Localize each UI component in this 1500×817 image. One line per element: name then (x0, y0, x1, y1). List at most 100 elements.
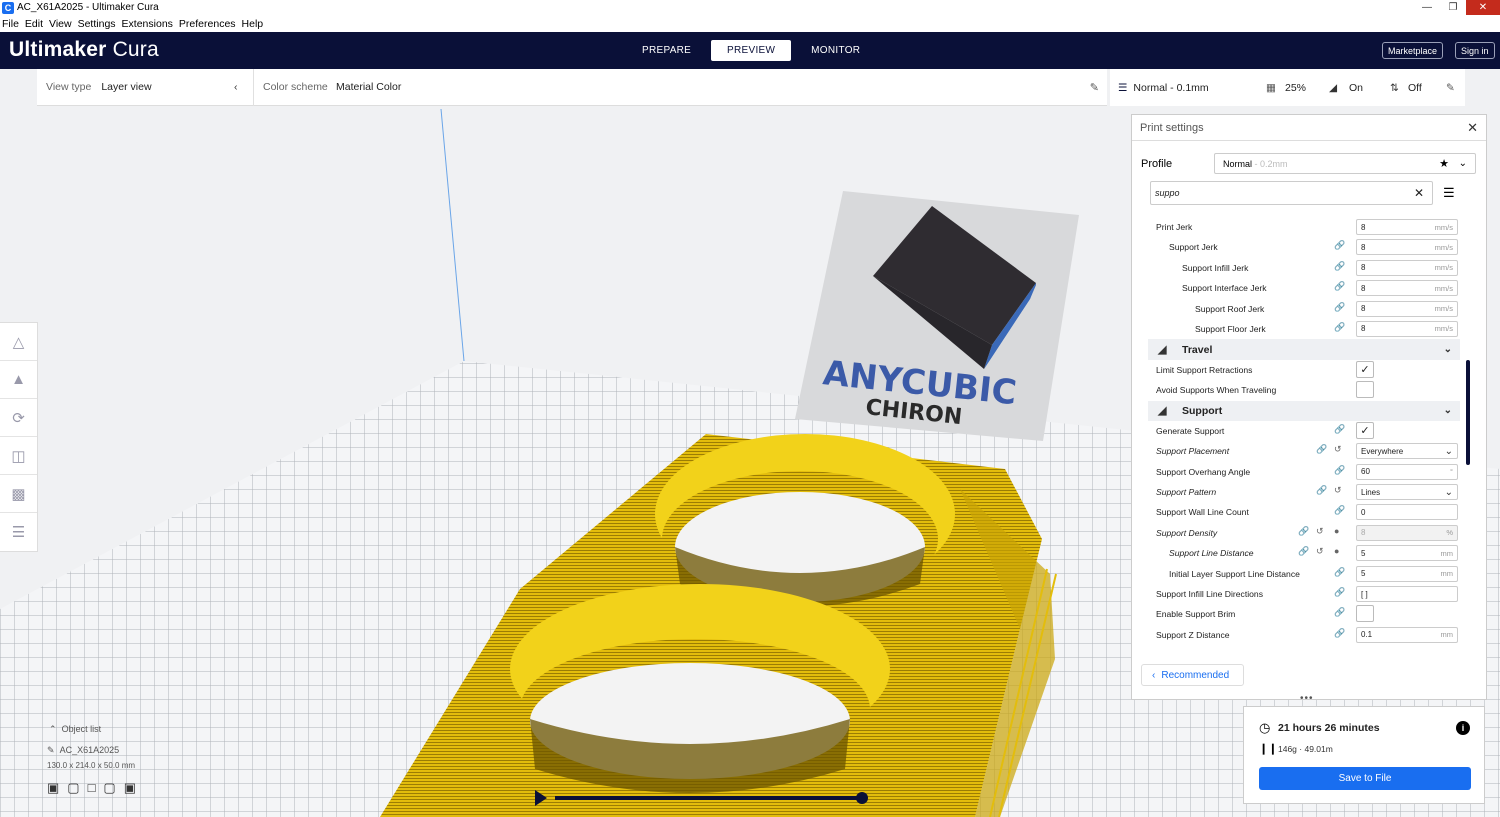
object-list-toggle[interactable]: ⌃ Object list (49, 724, 144, 735)
setting-label: Support Density (1156, 527, 1218, 538)
stage-tabs: PREPARE PREVIEW MONITOR (622, 40, 880, 61)
setting-input[interactable]: 8 mm/s (1356, 219, 1458, 235)
category-travel[interactable]: ◢ Travel ⌄ (1148, 339, 1460, 360)
print-setup-bar[interactable]: ☰ Normal - 0.1mm ▦ 25% ◢ On ⇅ Off ✎ (1110, 69, 1465, 106)
setting-checkbox[interactable]: ✓ (1356, 360, 1374, 378)
setting-label: Support Overhang Angle (1156, 466, 1251, 477)
scale-tool-icon[interactable]: ▲ (0, 361, 37, 399)
link-icon: 🔗 (1334, 607, 1346, 618)
info-icon[interactable]: i (1456, 721, 1470, 735)
setting-input[interactable]: 0.1 mm (1356, 626, 1458, 643)
clear-search-icon[interactable]: ✕ (1414, 186, 1424, 200)
star-icon[interactable]: ★ (1439, 157, 1449, 170)
profile-value: Normal (1223, 158, 1253, 169)
setting-input[interactable]: 8 mm/s (1356, 239, 1458, 256)
rotate-tool-icon[interactable]: ⟳ (0, 399, 37, 437)
close-window-icon[interactable]: ✕ (1466, 0, 1500, 15)
setting-input[interactable]: 5 mm (1356, 545, 1458, 562)
marketplace-button[interactable]: Marketplace (1382, 42, 1444, 59)
setting-dropdown[interactable]: Everywhere ⌄ (1356, 443, 1458, 460)
tab-monitor[interactable]: MONITOR (791, 40, 880, 61)
setting-label: Enable Support Brim (1156, 609, 1236, 620)
setting-checkbox[interactable] (1356, 605, 1374, 623)
category-label: Travel (1182, 343, 1213, 356)
signin-button[interactable]: Sign in (1455, 42, 1495, 59)
menu-edit[interactable]: Edit (25, 18, 43, 30)
menu-help[interactable]: Help (242, 18, 264, 30)
menu-settings[interactable]: Settings (78, 18, 116, 30)
chevron-left-icon: ‹ (1152, 669, 1156, 681)
close-icon[interactable]: ✕ (1467, 120, 1478, 136)
function-icon[interactable]: ● (1334, 526, 1339, 536)
setting-input[interactable]: 8 mm/s (1356, 300, 1458, 317)
setting-row: Support Infill Line Directions 🔗 [ ] (1148, 584, 1460, 604)
reset-icon[interactable]: ↺ (1316, 526, 1324, 537)
restore-icon[interactable]: ❐ (1440, 0, 1466, 15)
setting-input[interactable]: [ ] (1356, 586, 1458, 603)
reset-icon[interactable]: ↺ (1334, 444, 1342, 455)
chevron-down-icon: ⌄ (1444, 486, 1453, 498)
setting-value: 8 (1361, 283, 1366, 293)
setting-input[interactable]: 5 mm (1356, 565, 1458, 582)
setting-row: Support Interface Jerk 🔗 8 mm/s (1148, 278, 1460, 298)
setting-input[interactable]: 0 (1356, 504, 1458, 521)
view-type-dropdown[interactable]: Layer view (101, 81, 151, 93)
setting-unit: mm (1440, 569, 1454, 579)
tab-prepare[interactable]: PREPARE (622, 40, 711, 61)
mirror-tool-icon[interactable]: ◫ (0, 437, 37, 475)
setting-checkbox[interactable]: ✓ (1356, 421, 1374, 439)
setting-input[interactable]: 60 ° (1356, 463, 1458, 480)
settings-list[interactable]: Print Jerk 8 mm/s Support Jerk 🔗 8 mm/s Support… (1148, 217, 1460, 654)
setting-row: Support Density ● ↺ 🔗 8% (1148, 523, 1460, 543)
support-blocker-icon[interactable]: ☰ (0, 513, 37, 551)
link-icon: 🔗 (1298, 546, 1310, 557)
recommended-label: Recommended (1161, 669, 1230, 681)
infill-value: 25% (1285, 81, 1307, 94)
minimize-icon[interactable]: — (1414, 0, 1440, 15)
setting-input[interactable]: 8 mm/s (1356, 259, 1458, 276)
menu-file[interactable]: File (2, 18, 19, 30)
menu-preferences[interactable]: Preferences (179, 18, 236, 30)
settings-search-input[interactable]: suppo ✕ (1150, 181, 1433, 205)
move-tool-icon[interactable]: △ (0, 323, 37, 361)
reset-icon[interactable]: ↺ (1334, 485, 1342, 496)
link-icon: 🔗 (1316, 444, 1328, 455)
view-orientation-icons[interactable]: ▣▢□▢▣ (47, 780, 144, 796)
chevron-left-icon[interactable]: ‹ (234, 81, 238, 93)
reset-icon[interactable]: ↺ (1316, 546, 1324, 557)
setting-label: Generate Support (1156, 425, 1225, 436)
per-model-settings-icon[interactable]: ▩ (0, 475, 37, 513)
pencil-icon[interactable]: ✎ (1090, 81, 1099, 94)
tab-preview[interactable]: PREVIEW (711, 40, 792, 61)
setting-checkbox[interactable] (1356, 381, 1374, 399)
menu-view[interactable]: View (49, 18, 72, 30)
window-title: AC_X61A2025 - Ultimaker Cura (17, 2, 159, 13)
edit-pencil-icon[interactable]: ✎ (1446, 82, 1455, 94)
recommended-button[interactable]: ‹ Recommended (1141, 664, 1244, 686)
object-pencil-icon: ✎ (47, 745, 55, 755)
setting-label: Avoid Supports When Traveling (1156, 385, 1277, 396)
profile-dropdown[interactable]: Normal - 0.2mm ★ ⌄ (1214, 153, 1476, 174)
object-info: ⌃ Object list ✎ AC_X61A2025 130.0 x 214.… (47, 724, 144, 796)
setting-input[interactable]: 8 mm/s (1356, 320, 1458, 337)
object-list-label: Object list (61, 724, 102, 734)
setting-input[interactable]: 8% (1356, 524, 1458, 541)
color-scheme-dropdown[interactable]: Material Color (336, 81, 401, 93)
settings-scrollbar[interactable] (1466, 360, 1470, 465)
setting-input[interactable]: 8 mm/s (1356, 280, 1458, 297)
profile-summary: Normal - 0.1mm (1133, 81, 1209, 94)
left-toolbar: △ ▲ ⟳ ◫ ▩ ☰ (0, 322, 38, 552)
panel-header: Print settings ✕ (1132, 115, 1486, 141)
setting-row: Enable Support Brim 🔗 (1148, 604, 1460, 624)
setting-row: Support Z Distance 🔗 0.1 mm (1148, 625, 1460, 645)
profile-label: Profile (1141, 158, 1173, 170)
menu-extensions[interactable]: Extensions (122, 18, 173, 30)
function-icon[interactable]: ● (1334, 546, 1339, 556)
adhesion-icon: ⇅ (1390, 81, 1399, 94)
settings-menu-icon[interactable]: ☰ (1443, 185, 1455, 201)
drag-handle-icon[interactable]: ••• (1300, 693, 1314, 704)
category-support[interactable]: ◢ Support ⌄ (1148, 400, 1460, 421)
save-to-file-button[interactable]: Save to File (1259, 767, 1471, 790)
setting-value: 8 (1361, 528, 1366, 538)
setting-dropdown[interactable]: Lines ⌄ (1356, 484, 1458, 501)
